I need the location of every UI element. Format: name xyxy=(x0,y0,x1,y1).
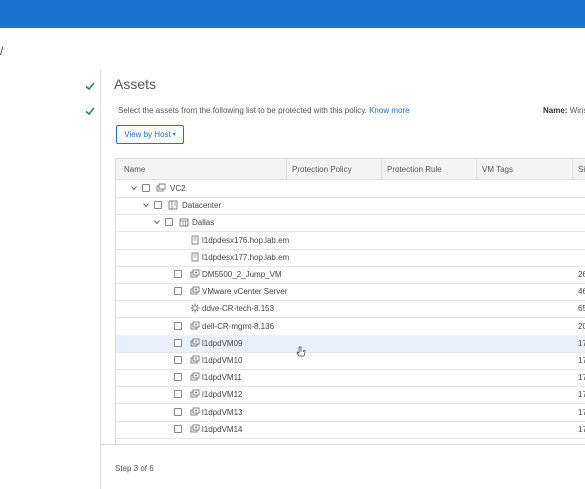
table-row[interactable]: Dallas xyxy=(116,214,585,233)
asset-name: l1dpdVM13 xyxy=(202,407,243,417)
vcenter-icon xyxy=(156,183,166,193)
row-checkbox[interactable] xyxy=(174,270,182,278)
table-row[interactable]: Datacenter xyxy=(116,197,585,216)
row-checkbox[interactable] xyxy=(154,201,162,210)
vm-icon xyxy=(190,389,200,399)
top-banner xyxy=(0,0,585,28)
table-row[interactable]: VC2 xyxy=(116,180,585,198)
vm-icon xyxy=(190,269,200,279)
column-size[interactable]: Si xyxy=(578,165,585,174)
asset-name: l1dpdVM12 xyxy=(202,390,243,400)
section-title: Assets xyxy=(114,76,157,92)
vm-icon xyxy=(190,321,200,331)
row-checkbox[interactable] xyxy=(174,321,182,330)
asset-size: 65 xyxy=(578,304,585,314)
table-row[interactable]: VMware vCenter Server 46 xyxy=(116,283,585,302)
wizard-divider xyxy=(100,70,101,489)
asset-name: Dallas xyxy=(192,218,215,228)
table-row[interactable]: l1dpdesx176.hop.lab.em xyxy=(116,232,585,250)
asset-size: 17 xyxy=(578,424,585,434)
column-protection-rule[interactable]: Protection Rule xyxy=(387,165,442,174)
asset-name: VC2 xyxy=(170,184,186,193)
wizard-step-indicator: Step 3 of 6 xyxy=(115,464,154,473)
cluster-icon xyxy=(179,217,189,227)
asset-size: 17 xyxy=(578,390,585,400)
gear-icon xyxy=(190,303,200,313)
table-row[interactable]: l1dpdVM12 17 xyxy=(116,386,585,405)
asset-name: l1dpdVM14 xyxy=(202,424,243,434)
datacenter-icon xyxy=(168,200,178,210)
table-row[interactable]: l1dpdVM11 17 xyxy=(116,369,585,388)
table-row[interactable]: ddve-CR-tech-8.153 65 xyxy=(116,300,585,319)
row-checkbox[interactable] xyxy=(174,390,182,399)
table-row[interactable]: l1dpdVM14 17 xyxy=(116,421,585,439)
chevron-down-icon[interactable] xyxy=(130,184,138,192)
asset-name: VMware vCenter Server xyxy=(202,287,288,297)
asset-name: DM5500_2_Jump_VM xyxy=(202,270,282,279)
vm-icon xyxy=(190,424,200,434)
asset-size: 26 xyxy=(578,270,585,279)
footer-divider xyxy=(101,444,585,445)
row-checkbox[interactable] xyxy=(165,218,173,227)
step-complete-check-icon xyxy=(84,105,96,117)
asset-name: l1dpdVM11 xyxy=(202,373,242,383)
asset-size: 17 xyxy=(578,373,585,383)
row-checkbox[interactable] xyxy=(174,424,182,433)
asset-size: 20 xyxy=(578,321,585,331)
asset-name: l1dpdesx177.hop.lab.em xyxy=(202,252,290,262)
table-row[interactable]: DM5500_2_Jump_VM 26 xyxy=(116,266,585,284)
asset-name: l1dpdesx176.hop.lab.em xyxy=(202,235,290,245)
table-header: Name Protection Policy Protection Rule V… xyxy=(116,159,585,180)
view-button-label: View by Host xyxy=(124,130,171,139)
asset-name: Datacenter xyxy=(182,201,222,211)
column-name[interactable]: Name xyxy=(124,165,145,174)
asset-name: ddve-CR-tech-8.153 xyxy=(202,304,275,314)
row-checkbox[interactable] xyxy=(174,287,182,296)
column-vm-tags[interactable]: VM Tags xyxy=(482,165,513,174)
table-row[interactable]: l1dpdesx177.hop.lab.em xyxy=(116,249,585,267)
name-value: Wins xyxy=(569,106,585,115)
table-row[interactable]: dell-CR-mgmt-8.136 20 xyxy=(116,318,585,336)
host-icon xyxy=(190,235,200,245)
vm-icon xyxy=(190,372,200,382)
host-icon xyxy=(190,252,200,262)
row-checkbox[interactable] xyxy=(174,407,182,416)
asset-size: 46 xyxy=(578,287,585,297)
policy-name-field: Name: Wins xyxy=(543,106,585,115)
table-row[interactable]: l1dpdVM10 17 xyxy=(116,352,585,370)
vm-icon xyxy=(190,407,200,417)
know-more-link[interactable]: Know more xyxy=(369,106,409,115)
row-checkbox[interactable] xyxy=(174,373,182,382)
vm-icon xyxy=(190,338,200,348)
asset-size: 17 xyxy=(578,338,585,348)
asset-size: 17 xyxy=(578,356,585,365)
chevron-down-icon: ▾ xyxy=(172,132,176,138)
chevron-down-icon[interactable] xyxy=(153,218,161,226)
column-protection-policy[interactable]: Protection Policy xyxy=(292,165,352,174)
table-row[interactable]: l1dpdVM13 17 xyxy=(116,404,585,422)
asset-name: l1dpdVM09 xyxy=(202,338,243,348)
view-by-host-button[interactable]: View by Host ▾ xyxy=(116,125,184,144)
table-row[interactable]: l1dpdVM09 17 xyxy=(116,334,585,353)
name-label: Name: xyxy=(543,106,568,115)
assets-description: Select the assets from the following lis… xyxy=(118,106,410,115)
row-checkbox[interactable] xyxy=(142,184,150,192)
left-rail-fragment: / xyxy=(0,44,4,58)
mouse-cursor-icon xyxy=(296,345,306,357)
vm-icon xyxy=(190,355,200,365)
step-complete-check-icon xyxy=(84,80,96,92)
chevron-down-icon[interactable] xyxy=(142,201,150,209)
assets-table: Name Protection Policy Protection Rule V… xyxy=(115,158,585,444)
asset-name: dell-CR-mgmt-8.136 xyxy=(202,321,275,331)
row-checkbox[interactable] xyxy=(174,338,182,347)
asset-name: l1dpdVM10 xyxy=(202,356,243,365)
asset-size: 17 xyxy=(578,407,585,417)
row-checkbox[interactable] xyxy=(174,356,182,364)
vm-icon xyxy=(190,286,200,296)
description-text: Select the assets from the following lis… xyxy=(118,106,367,115)
